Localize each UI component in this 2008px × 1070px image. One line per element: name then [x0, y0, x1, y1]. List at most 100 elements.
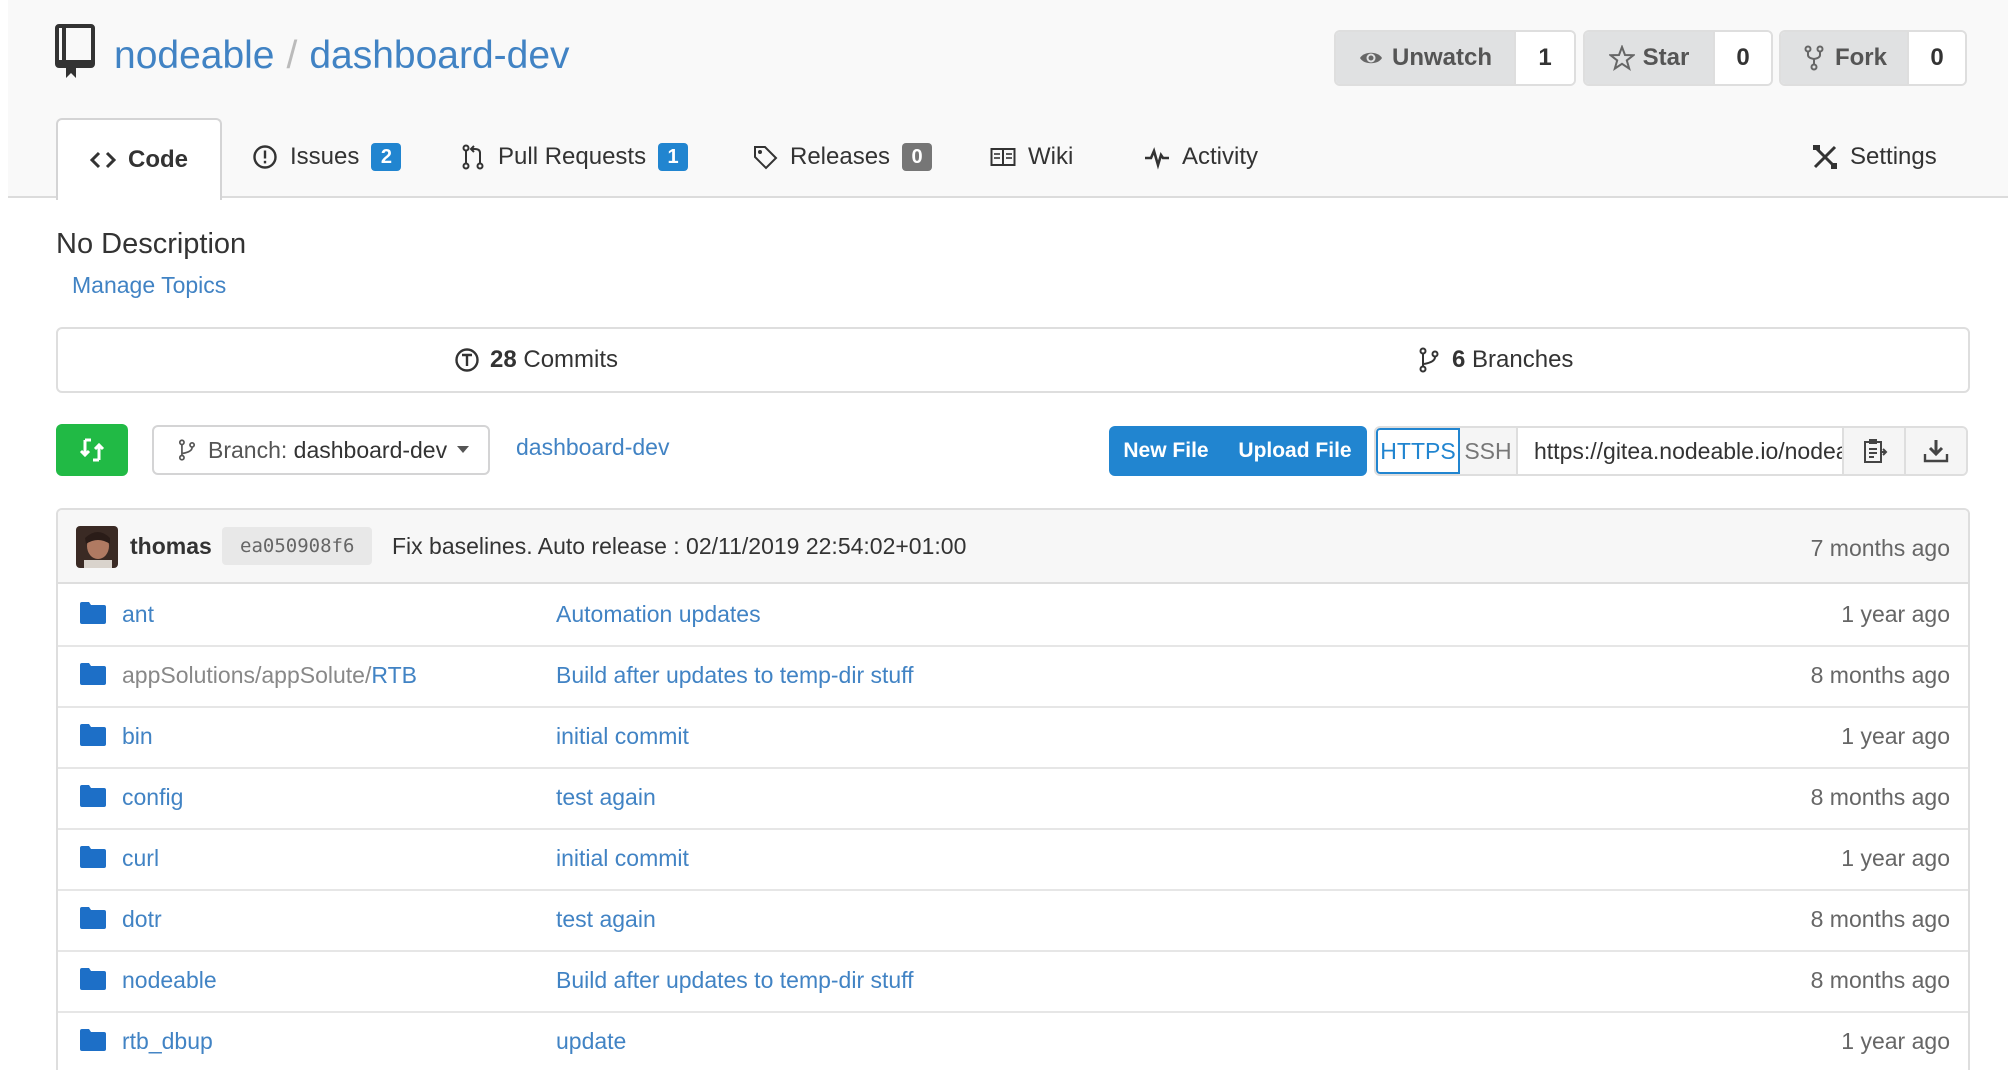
file-row: ant Automation updates 1 year ago — [58, 584, 1968, 647]
upload-file-button[interactable]: Upload File — [1223, 426, 1367, 476]
https-button[interactable]: HTTPS — [1376, 428, 1460, 474]
repo-page: nodeable / dashboard-dev Unwatch 1 Star 0 — [0, 0, 2008, 1070]
branch-dropdown[interactable]: Branch: dashboard-dev — [152, 425, 490, 475]
tab-code[interactable]: Code — [56, 118, 222, 200]
clone-panel: HTTPS SSH https://gitea.nodeable.io/node… — [1374, 426, 1968, 476]
history-icon — [455, 348, 479, 372]
file-name[interactable]: curl — [122, 828, 159, 889]
branches-stat[interactable]: 6 Branches — [1416, 329, 1573, 391]
file-age: 8 months ago — [1810, 906, 1950, 932]
file-commit-message[interactable]: Build after updates to temp-dir stuff — [556, 950, 914, 1011]
file-name-text: ant — [122, 601, 154, 627]
commit-sha[interactable]: ea050908f6 — [222, 527, 373, 565]
file-age: 8 months ago — [1810, 662, 1950, 688]
tab-settings-label: Settings — [1850, 143, 1937, 170]
copy-url-button[interactable] — [1844, 428, 1904, 474]
manage-topics-link[interactable]: Manage Topics — [72, 272, 226, 299]
file-name[interactable]: config — [122, 767, 183, 828]
star-button[interactable]: Star — [1585, 32, 1713, 84]
tab-wiki[interactable]: Wiki — [990, 118, 1073, 196]
fork-count[interactable]: 0 — [1907, 32, 1965, 84]
file-row: rtb_dbup update 1 year ago — [58, 1011, 1968, 1070]
releases-count-badge: 0 — [902, 143, 933, 171]
file-commit-message[interactable]: update — [556, 1011, 626, 1070]
avatar[interactable] — [76, 526, 118, 568]
star-icon — [1608, 45, 1635, 71]
file-name-text: rtb_dbup — [122, 1028, 213, 1054]
branch-icon — [1419, 347, 1439, 373]
unwatch-label: Unwatch — [1391, 44, 1492, 71]
file-age: 1 year ago — [1841, 1028, 1950, 1054]
issues-count-badge: 2 — [371, 143, 402, 171]
file-name-text: nodeable — [122, 967, 217, 993]
file-commit-message[interactable]: test again — [556, 767, 656, 828]
pull-request-icon — [462, 144, 484, 170]
file-commit-message[interactable]: test again — [556, 889, 656, 950]
commit-author[interactable]: thomas — [130, 510, 212, 582]
fork-label: Fork — [1834, 44, 1887, 71]
unwatch-button[interactable]: Unwatch — [1336, 32, 1514, 84]
tab-issues[interactable]: Issues 2 — [252, 118, 402, 196]
repo-tabs: Code Issues 2 Pull Requests 1 Releases 0… — [0, 118, 2008, 200]
download-button[interactable] — [1904, 428, 1966, 474]
breadcrumb-link[interactable]: dashboard-dev — [516, 434, 669, 461]
file-commit-message[interactable]: Build after updates to temp-dir stuff — [556, 645, 914, 706]
download-icon — [1923, 440, 1949, 463]
branches-count: 6 — [1452, 346, 1466, 373]
folder-icon — [80, 907, 106, 929]
file-row: curl initial commit 1 year ago — [58, 828, 1968, 891]
file-name[interactable]: rtb_dbup — [122, 1011, 213, 1070]
file-path: appSolutions/appSolute/ — [122, 662, 372, 688]
compare-icon — [79, 438, 105, 462]
clipboard-icon — [1864, 439, 1888, 463]
repo-description: No Description — [56, 228, 247, 260]
file-row: nodeable Build after updates to temp-dir… — [58, 950, 1968, 1013]
tab-releases[interactable]: Releases 0 — [752, 118, 933, 196]
file-row: dotr test again 8 months ago — [58, 889, 1968, 952]
file-commit-message[interactable]: Automation updates — [556, 584, 761, 645]
folder-icon — [80, 968, 106, 990]
file-name[interactable]: bin — [122, 706, 153, 767]
repo-owner-link[interactable]: nodeable — [114, 34, 275, 77]
pulls-count-badge: 1 — [658, 143, 689, 171]
new-file-button[interactable]: New File — [1109, 426, 1223, 476]
branches-label: Branches — [1472, 346, 1574, 373]
folder-icon — [80, 602, 106, 624]
file-name[interactable]: nodeable — [122, 950, 217, 1011]
file-age: 1 year ago — [1841, 601, 1950, 627]
branch-name: dashboard-dev — [293, 436, 448, 463]
tab-activity[interactable]: Activity — [1144, 118, 1258, 196]
star-group: Star 0 — [1583, 30, 1773, 86]
fork-icon — [1804, 45, 1824, 71]
fork-button[interactable]: Fork — [1781, 32, 1907, 84]
repo-name-link[interactable]: dashboard-dev — [309, 34, 569, 77]
file-name-text: dotr — [122, 906, 162, 932]
file-row: bin initial commit 1 year ago — [58, 706, 1968, 769]
file-name[interactable]: appSolutions/appSolute/RTB — [122, 645, 417, 706]
ssh-button[interactable]: SSH — [1460, 428, 1518, 474]
watch-count[interactable]: 1 — [1514, 32, 1574, 84]
commits-label: Commits — [523, 346, 619, 373]
star-count[interactable]: 0 — [1713, 32, 1771, 84]
clone-url-input[interactable]: https://gitea.nodeable.io/nodeable/dashb… — [1518, 428, 1844, 474]
folder-icon — [80, 785, 106, 807]
tab-pulls-label: Pull Requests — [498, 143, 647, 170]
file-commit-message[interactable]: initial commit — [556, 828, 689, 889]
tab-wiki-label: Wiki — [1028, 143, 1074, 170]
file-name[interactable]: ant — [122, 584, 154, 645]
tab-pull-requests[interactable]: Pull Requests 1 — [460, 118, 689, 196]
file-commit-message[interactable]: initial commit — [556, 706, 689, 767]
file-row: appSolutions/appSolute/RTB Build after u… — [58, 645, 1968, 708]
pulse-icon — [1145, 147, 1169, 170]
branch-icon — [178, 439, 196, 461]
file-name-text: config — [122, 784, 184, 810]
file-actions: New File Upload File — [1109, 426, 1367, 476]
compare-button[interactable] — [56, 424, 128, 476]
issue-icon — [253, 145, 277, 169]
commits-stat[interactable]: 28 Commits — [454, 329, 618, 391]
file-name[interactable]: dotr — [122, 889, 162, 950]
star-label: Star — [1642, 44, 1690, 71]
commit-age: 7 months ago — [1810, 535, 1950, 561]
file-name-text: curl — [122, 845, 160, 871]
tab-settings[interactable]: Settings — [1812, 118, 1937, 196]
